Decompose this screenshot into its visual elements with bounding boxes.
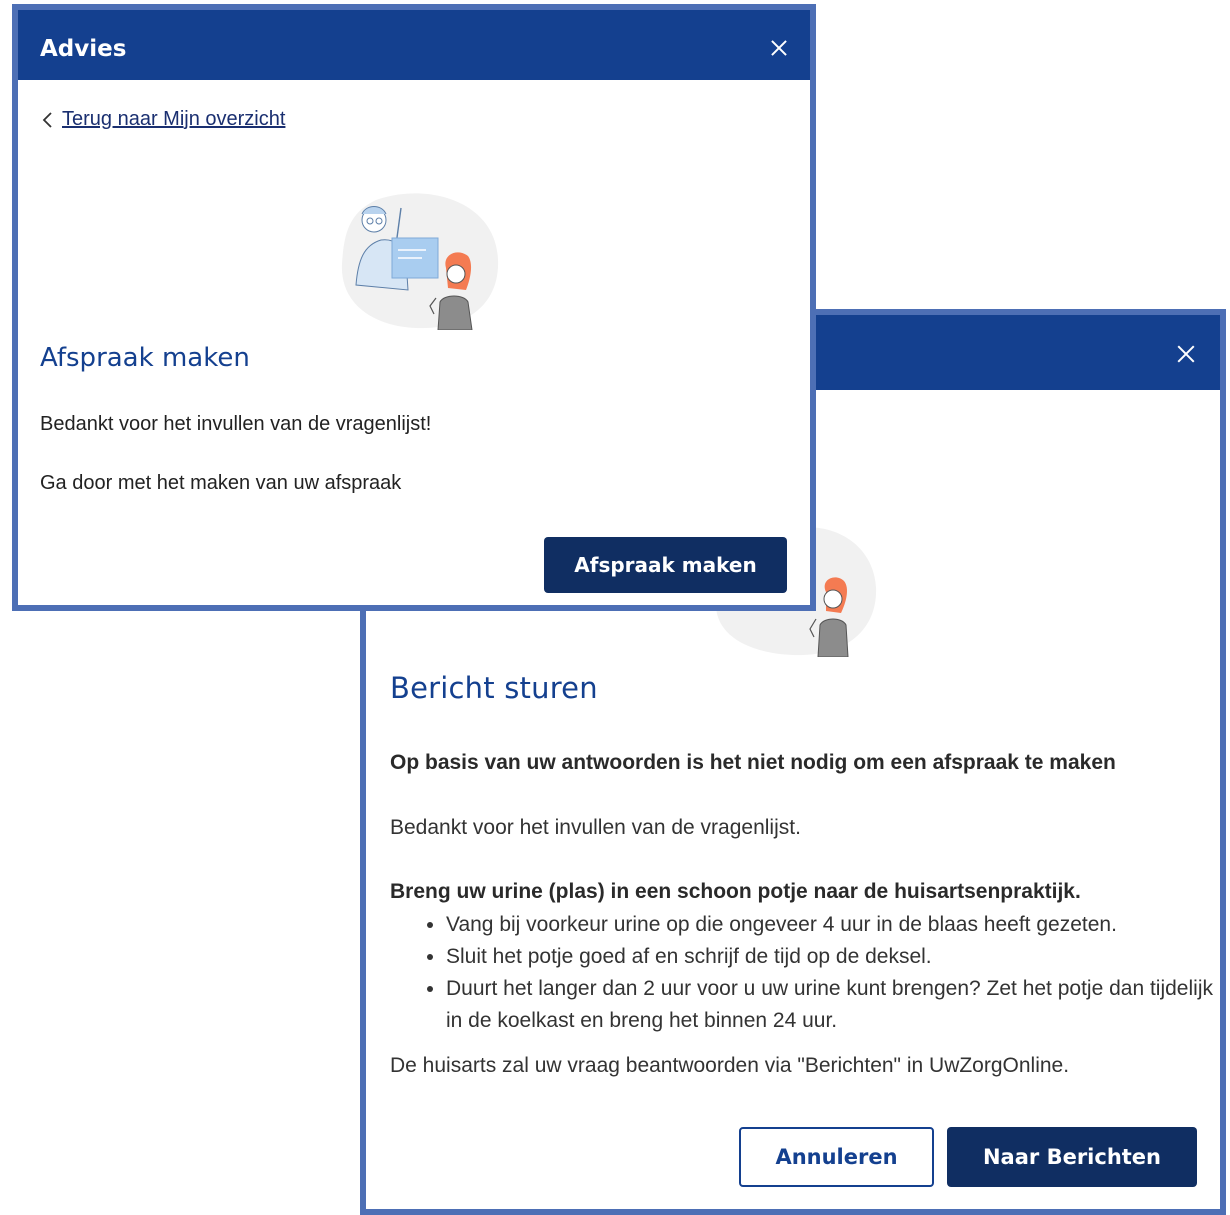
dialog-header-title: Advies [40,36,127,62]
chevron-left-icon [42,111,52,128]
thanks-text: Bedankt voor het invullen van de vragenl… [40,413,432,435]
close-icon[interactable] [768,37,790,59]
intro-text: Op basis van uw antwoorden is het niet n… [390,751,1116,774]
consultation-illustration [341,193,499,330]
advies-dialog: Advies Terug naar Mijn overzicht Afspraa… [12,4,816,611]
list-item: Vang bij voorkeur urine op die ongeveer … [446,909,1226,941]
thanks-text: Bedankt voor het invullen van de vragenl… [390,816,801,839]
dialog-title: Bericht sturen [390,671,598,705]
instructions-title: Breng uw urine (plas) in een schoon potj… [390,880,1081,903]
footer-note: De huisarts zal uw vraag beantwoorden vi… [390,1054,1070,1077]
back-link-label[interactable]: Terug naar Mijn overzicht [62,108,285,131]
close-icon[interactable] [1174,342,1198,366]
dialog-title: Afspraak maken [40,343,250,373]
dialog-header: Advies [18,10,810,80]
instructions-list: Vang bij voorkeur urine op die ongeveer … [422,909,1226,1037]
naar-berichten-button[interactable]: Naar Berichten [947,1127,1197,1187]
list-item: Sluit het potje goed af en schrijf de ti… [446,941,1226,973]
continue-text: Ga door met het maken van uw afspraak [40,472,402,494]
afspraak-maken-button[interactable]: Afspraak maken [544,537,787,593]
back-link[interactable]: Terug naar Mijn overzicht [40,108,285,131]
cancel-button[interactable]: Annuleren [739,1127,934,1187]
list-item: Duurt het langer dan 2 uur voor u uw uri… [446,973,1226,1037]
